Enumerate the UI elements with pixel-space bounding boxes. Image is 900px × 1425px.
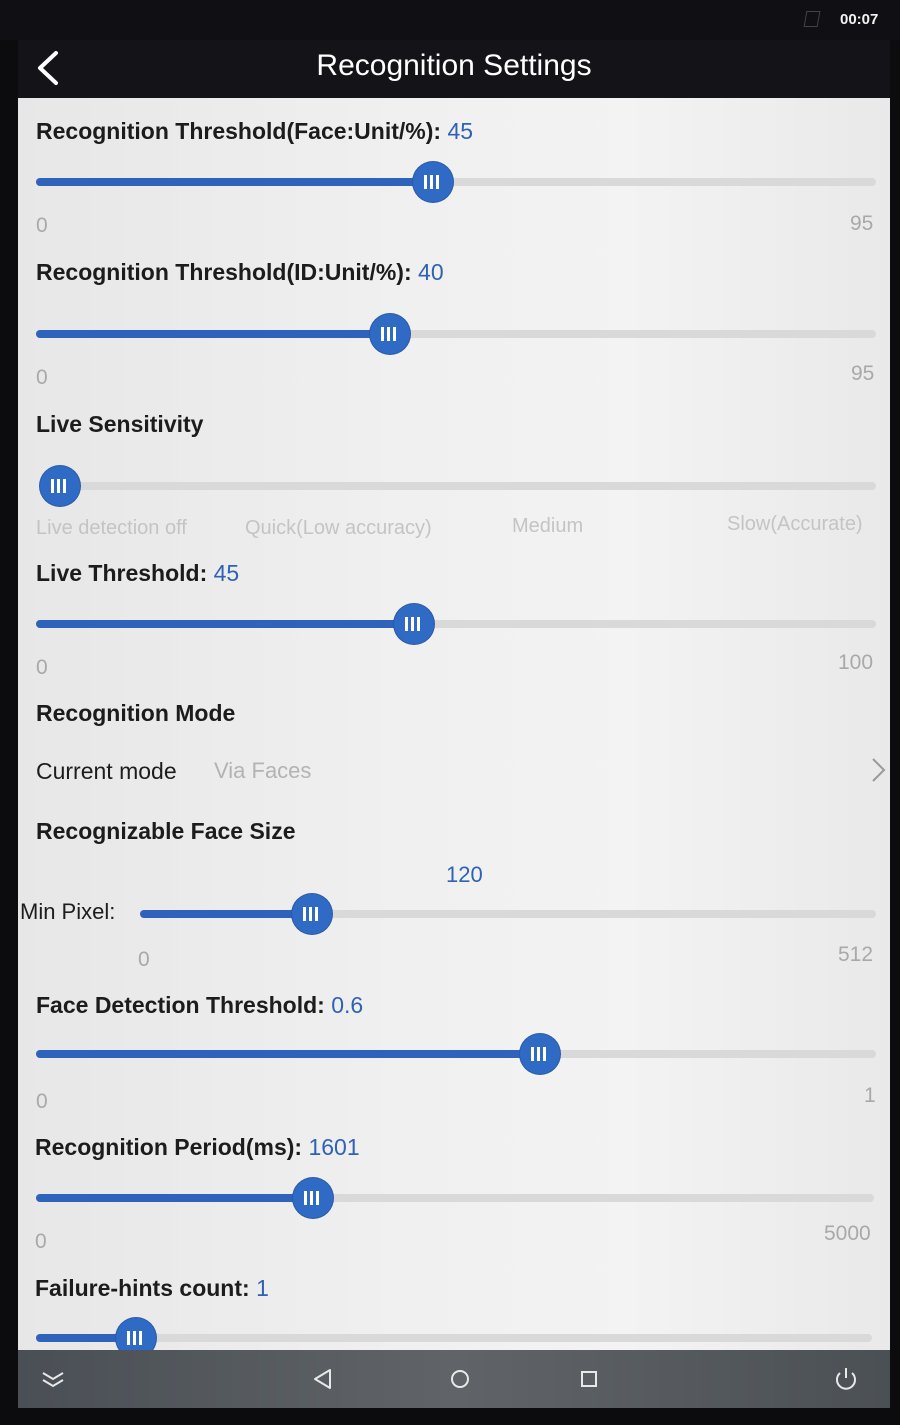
live-threshold-label: Live Threshold: 45: [36, 560, 239, 587]
no-sim-icon: [803, 11, 821, 27]
live-option-quick[interactable]: Quick(Low accuracy): [245, 517, 432, 540]
id-threshold-thumb[interactable]: [370, 314, 410, 354]
face-threshold-max: 95: [850, 212, 874, 235]
current-mode-value: Via Faces: [214, 758, 312, 783]
recognition-mode-label: Recognition Mode: [36, 700, 236, 726]
face-threshold-label: Recognition Threshold(Face:Unit/%): 45: [36, 118, 473, 145]
page-title: Recognition Settings: [316, 49, 592, 82]
current-mode-label: Current mode: [36, 758, 177, 784]
face-threshold-title: Recognition Threshold(Face:Unit/%):: [36, 118, 442, 144]
id-threshold-label: Recognition Threshold(ID:Unit/%): 40: [36, 259, 444, 286]
live-option-slow[interactable]: Slow(Accurate): [727, 513, 863, 536]
live-option-medium[interactable]: Medium: [512, 515, 583, 538]
failure-hints-title: Failure-hints count:: [35, 1275, 250, 1301]
face-detection-fill: [36, 1050, 540, 1058]
chevron-right-icon: [872, 758, 886, 782]
face-size-slider[interactable]: [140, 894, 876, 934]
nav-recents-button[interactable]: [574, 1364, 604, 1394]
face-threshold-slider[interactable]: [36, 162, 876, 202]
id-threshold-max: 95: [851, 362, 875, 385]
failure-hints-value: 1: [256, 1275, 269, 1301]
period-label: Recognition Period(ms): 1601: [35, 1134, 360, 1161]
live-threshold-max: 100: [838, 651, 874, 674]
live-threshold-thumb[interactable]: [394, 604, 434, 644]
status-bar: 00:07: [0, 0, 900, 40]
id-threshold-slider[interactable]: [36, 314, 876, 354]
live-threshold-min: 0: [36, 656, 48, 679]
live-threshold-title: Live Threshold:: [36, 560, 208, 586]
face-threshold-value: 45: [447, 118, 474, 144]
live-threshold-slider[interactable]: [36, 604, 876, 644]
face-size-value: 120: [446, 862, 483, 887]
status-time: 00:07: [840, 11, 879, 28]
collapse-button[interactable]: [38, 1364, 68, 1394]
face-detection-label: Face Detection Threshold: 0.6: [36, 992, 363, 1019]
id-threshold-min: 0: [36, 366, 48, 389]
face-detection-slider[interactable]: [36, 1034, 876, 1074]
power-icon: [836, 1368, 856, 1390]
face-detection-title: Face Detection Threshold:: [36, 992, 325, 1018]
circle-home-icon: [451, 1370, 469, 1388]
live-option-off[interactable]: Live detection off: [36, 517, 187, 540]
failure-hints-slider[interactable]: [36, 1318, 872, 1350]
period-title: Recognition Period(ms):: [35, 1134, 303, 1160]
live-sensitivity-label: Live Sensitivity: [36, 411, 204, 437]
face-size-max: 512: [838, 943, 874, 966]
face-size-min: 0: [138, 948, 150, 971]
id-threshold-title: Recognition Threshold(ID:Unit/%):: [36, 259, 412, 285]
navigation-bar: [18, 1350, 890, 1408]
face-detection-value: 0.6: [331, 992, 364, 1018]
triangle-back-icon: [314, 1369, 331, 1389]
id-threshold-value: 40: [418, 259, 444, 285]
face-detection-max: 1: [864, 1084, 876, 1107]
nav-home-button[interactable]: [445, 1364, 475, 1394]
face-threshold-fill: [36, 178, 433, 186]
period-min: 0: [35, 1230, 47, 1253]
live-threshold-fill: [36, 620, 414, 628]
device-bezel: [0, 1408, 900, 1425]
face-threshold-min: 0: [36, 214, 48, 237]
double-chevron-down-icon: [42, 1372, 64, 1388]
face-detection-min: 0: [36, 1090, 48, 1113]
period-value: 1601: [308, 1134, 360, 1160]
failure-hints-label: Failure-hints count: 1: [35, 1275, 269, 1302]
id-threshold-fill: [36, 330, 390, 338]
live-sensitivity-thumb[interactable]: [40, 466, 80, 506]
face-size-label: Recognizable Face Size: [36, 818, 296, 844]
face-size-fill: [140, 910, 312, 918]
live-threshold-value: 45: [213, 560, 240, 586]
power-button[interactable]: [831, 1364, 861, 1394]
period-slider[interactable]: [36, 1178, 874, 1218]
failure-hints-thumb[interactable]: [116, 1318, 156, 1350]
current-mode-row[interactable]: Current mode Via Faces: [18, 746, 890, 796]
face-detection-thumb[interactable]: [520, 1034, 560, 1074]
live-sensitivity-slider[interactable]: [40, 466, 876, 506]
square-recents-icon: [581, 1371, 597, 1387]
face-size-thumb[interactable]: [292, 894, 332, 934]
face-threshold-thumb[interactable]: [413, 162, 453, 202]
period-max: 5000: [824, 1222, 871, 1245]
min-pixel-label: Min Pixel:: [20, 899, 116, 924]
nav-back-button[interactable]: [308, 1364, 338, 1394]
app-bar: Recognition Settings: [18, 40, 890, 98]
period-fill: [36, 1194, 313, 1202]
settings-list[interactable]: Recognition Threshold(Face:Unit/%): 45 0…: [18, 98, 890, 1350]
period-thumb[interactable]: [293, 1178, 333, 1218]
